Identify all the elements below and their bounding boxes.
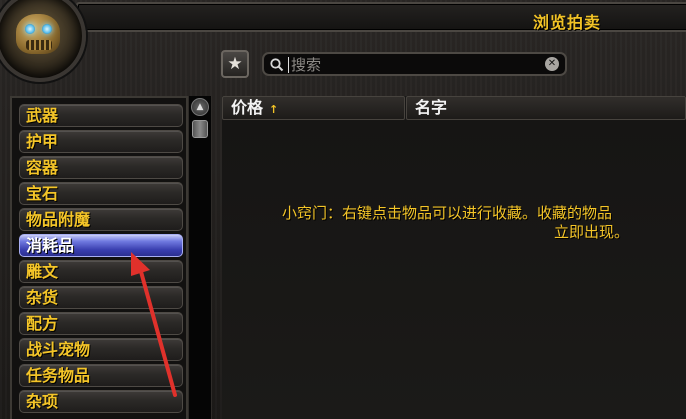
window-title: 浏览拍卖 <box>533 13 602 32</box>
category-trade-goods[interactable]: 杂货 <box>19 286 183 309</box>
character-portrait <box>0 0 86 82</box>
category-quest-items[interactable]: 任务物品 <box>19 364 183 387</box>
scroll-thumb[interactable] <box>192 120 208 138</box>
results-list: 小窍门：右键点击物品可以进行收藏。收藏的物品 立即出现。 <box>222 120 686 419</box>
category-armor[interactable]: 护甲 <box>19 130 183 153</box>
category-miscellaneous[interactable]: 杂项 <box>19 390 183 413</box>
column-header-price[interactable]: 价格 ↑ <box>222 96 405 120</box>
close-icon[interactable]: ✕ <box>545 57 559 71</box>
column-price-label: 价格 <box>231 98 264 117</box>
category-list: 武器 护甲 容器 宝石 物品附魔 消耗品 雕文 杂货 配方 战斗宠物 任务物品 … <box>10 96 188 419</box>
search-icon <box>270 58 284 72</box>
title-bar: 浏览拍卖 <box>76 2 686 32</box>
category-recipes[interactable]: 配方 <box>19 312 183 335</box>
tip-text: 小窍门：右键点击物品可以进行收藏。收藏的物品 立即出现。 <box>282 204 686 242</box>
category-containers[interactable]: 容器 <box>19 156 183 179</box>
tip-line-2: 立即出现。 <box>554 223 630 241</box>
category-battle-pets[interactable]: 战斗宠物 <box>19 338 183 361</box>
sort-ascending-icon: ↑ <box>269 103 279 116</box>
column-header-name[interactable]: 名字 <box>406 96 686 120</box>
results-panel: 价格 ↑ 名字 小窍门：右键点击物品可以进行收藏。收藏的物品 立即出现。 <box>222 96 686 419</box>
search-input[interactable] <box>291 55 531 75</box>
search-box[interactable]: ✕ <box>262 52 567 76</box>
column-name-label: 名字 <box>415 98 448 117</box>
tip-line-1: 小窍门：右键点击物品可以进行收藏。收藏的物品 <box>282 204 613 222</box>
portrait-eye-right <box>42 24 52 34</box>
chevron-up-icon[interactable]: ▲ <box>191 98 209 116</box>
category-glyphs[interactable]: 雕文 <box>19 260 183 283</box>
category-consumables[interactable]: 消耗品 <box>19 234 183 257</box>
text-caret <box>288 57 289 73</box>
star-icon: ★ <box>227 54 243 74</box>
auction-house-window: 浏览拍卖 ★ ✕ 武器 护甲 容器 宝石 物品附魔 消耗品 雕文 杂货 配方 战… <box>0 0 686 419</box>
favorites-button[interactable]: ★ <box>221 50 249 78</box>
portrait-eye-left <box>25 24 35 34</box>
category-gems[interactable]: 宝石 <box>19 182 183 205</box>
category-weapons[interactable]: 武器 <box>19 104 183 127</box>
category-item-enhancements[interactable]: 物品附魔 <box>19 208 183 231</box>
portrait-grille <box>26 40 52 50</box>
category-scrollbar[interactable]: ▲ <box>188 96 212 419</box>
